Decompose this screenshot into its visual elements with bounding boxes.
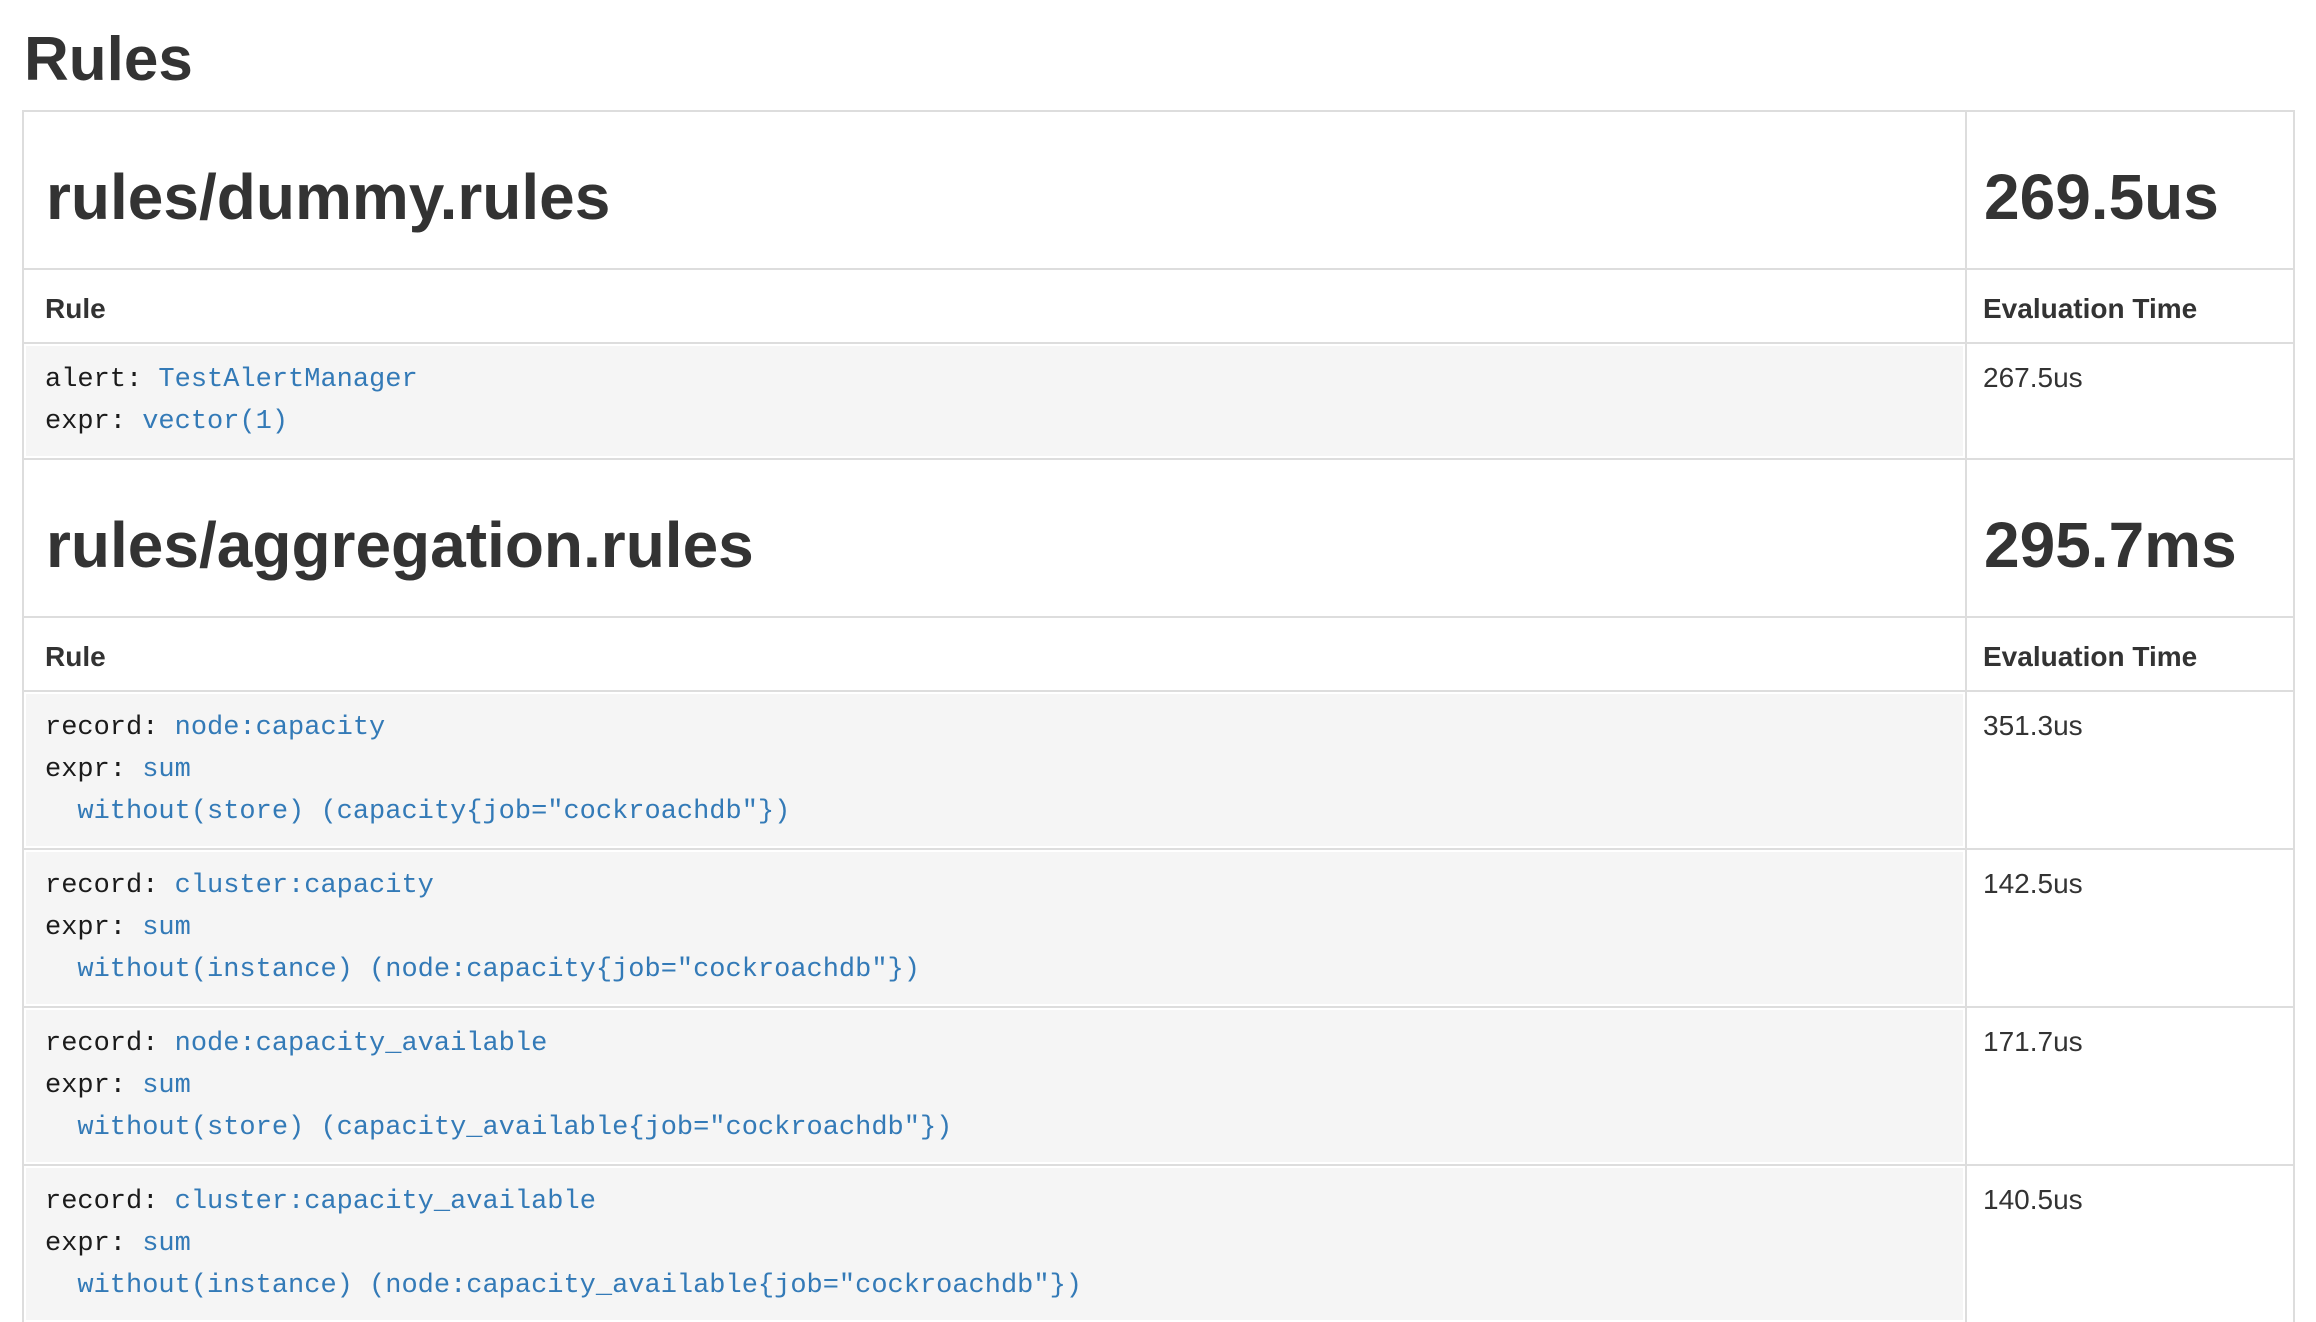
rule-column-header: Rule bbox=[23, 269, 1966, 343]
rule-code-keyword: expr: bbox=[45, 913, 142, 943]
evaluation-time-column-header: Evaluation Time bbox=[1966, 617, 2294, 691]
rule-column-header: Rule bbox=[23, 617, 1966, 691]
rule-expression-link[interactable]: without(instance) (node:capacity{job="co… bbox=[45, 955, 920, 985]
rule-group-evaluation-time: 295.7ms bbox=[1968, 498, 2292, 579]
rules-page: Rules rules/dummy.rules269.5usRuleEvalua… bbox=[0, 0, 2316, 1322]
rule-evaluation-time: 351.3us bbox=[1983, 710, 2083, 741]
rule-group-title: rules/dummy.rules bbox=[25, 150, 1964, 231]
rule-evaluation-time-cell: 140.5us bbox=[1966, 1165, 2294, 1322]
rule-group-evaluation-time-cell: 295.7ms bbox=[1966, 459, 2294, 617]
rule-code-keyword: record: bbox=[45, 1029, 175, 1059]
rule-group-evaluation-time-cell: 269.5us bbox=[1966, 111, 2294, 269]
rule-expression-link[interactable]: sum bbox=[142, 913, 191, 943]
rule-definition-cell: record: node:capacity_available expr: su… bbox=[23, 1007, 1966, 1165]
rule-code-keyword: record: bbox=[45, 1187, 175, 1217]
rule-group-file-cell: rules/dummy.rules bbox=[23, 111, 1966, 269]
column-header-row: RuleEvaluation Time bbox=[23, 617, 2294, 691]
rule-evaluation-time-cell: 171.7us bbox=[1966, 1007, 2294, 1165]
rule-expression-link[interactable]: sum bbox=[142, 1229, 191, 1259]
rule-code-block: record: cluster:capacity expr: sum witho… bbox=[26, 852, 1963, 1004]
rule-code-block: record: cluster:capacity_available expr:… bbox=[26, 1168, 1963, 1320]
rules-table-body: rules/dummy.rules269.5usRuleEvaluation T… bbox=[23, 111, 2294, 1322]
rule-code-block: record: node:capacity_available expr: su… bbox=[26, 1010, 1963, 1162]
rule-evaluation-time-cell: 142.5us bbox=[1966, 849, 2294, 1007]
rule-expression-link[interactable]: sum bbox=[142, 755, 191, 785]
rule-row: record: cluster:capacity expr: sum witho… bbox=[23, 849, 2294, 1007]
rule-expression-link[interactable]: without(instance) (node:capacity_availab… bbox=[45, 1271, 1082, 1301]
page-title: Rules bbox=[24, 26, 2316, 94]
rule-group-title: rules/aggregation.rules bbox=[25, 498, 1964, 579]
rules-table: rules/dummy.rules269.5usRuleEvaluation T… bbox=[22, 110, 2295, 1322]
rule-group-evaluation-time: 269.5us bbox=[1968, 150, 2292, 231]
rule-expression-link[interactable]: cluster:capacity_available bbox=[175, 1187, 596, 1217]
rule-expression-link[interactable]: node:capacity_available bbox=[175, 1029, 548, 1059]
rule-code-keyword: record: bbox=[45, 871, 175, 901]
rule-code-keyword: expr: bbox=[45, 755, 142, 785]
rule-code-block: alert: TestAlertManager expr: vector(1) bbox=[26, 346, 1963, 456]
rule-expression-link[interactable]: vector(1) bbox=[142, 407, 288, 437]
rule-code-block: record: node:capacity expr: sum without(… bbox=[26, 694, 1963, 846]
rule-expression-link[interactable]: without(store) (capacity{job="cockroachd… bbox=[45, 797, 790, 827]
rule-expression-link[interactable]: TestAlertManager bbox=[158, 365, 417, 395]
rule-definition-cell: record: cluster:capacity_available expr:… bbox=[23, 1165, 1966, 1322]
rule-group-file-cell: rules/aggregation.rules bbox=[23, 459, 1966, 617]
rule-evaluation-time-cell: 267.5us bbox=[1966, 343, 2294, 459]
rule-expression-link[interactable]: cluster:capacity bbox=[175, 871, 434, 901]
rule-evaluation-time: 171.7us bbox=[1983, 1026, 2083, 1057]
rule-expression-link[interactable]: without(store) (capacity_available{job="… bbox=[45, 1113, 952, 1143]
column-header-row: RuleEvaluation Time bbox=[23, 269, 2294, 343]
rule-row: record: node:capacity_available expr: su… bbox=[23, 1007, 2294, 1165]
rule-evaluation-time: 142.5us bbox=[1983, 868, 2083, 899]
rule-expression-link[interactable]: node:capacity bbox=[175, 713, 386, 743]
rule-row: alert: TestAlertManager expr: vector(1) 2… bbox=[23, 343, 2294, 459]
rule-code-keyword: expr: bbox=[45, 1229, 142, 1259]
rule-definition-cell: alert: TestAlertManager expr: vector(1) bbox=[23, 343, 1966, 459]
rule-definition-cell: record: cluster:capacity expr: sum witho… bbox=[23, 849, 1966, 1007]
evaluation-time-column-header: Evaluation Time bbox=[1966, 269, 2294, 343]
rule-code-keyword: alert: bbox=[45, 365, 158, 395]
rule-code-keyword: expr: bbox=[45, 1071, 142, 1101]
rule-evaluation-time: 267.5us bbox=[1983, 362, 2083, 393]
rule-definition-cell: record: node:capacity expr: sum without(… bbox=[23, 691, 1966, 849]
rule-row: record: cluster:capacity_available expr:… bbox=[23, 1165, 2294, 1322]
rule-row: record: node:capacity expr: sum without(… bbox=[23, 691, 2294, 849]
rule-code-keyword: expr: bbox=[45, 407, 142, 437]
rule-group-header-row: rules/dummy.rules269.5us bbox=[23, 111, 2294, 269]
rule-group-header-row: rules/aggregation.rules295.7ms bbox=[23, 459, 2294, 617]
rule-evaluation-time-cell: 351.3us bbox=[1966, 691, 2294, 849]
rule-expression-link[interactable]: sum bbox=[142, 1071, 191, 1101]
rule-code-keyword: record: bbox=[45, 713, 175, 743]
rule-evaluation-time: 140.5us bbox=[1983, 1184, 2083, 1215]
